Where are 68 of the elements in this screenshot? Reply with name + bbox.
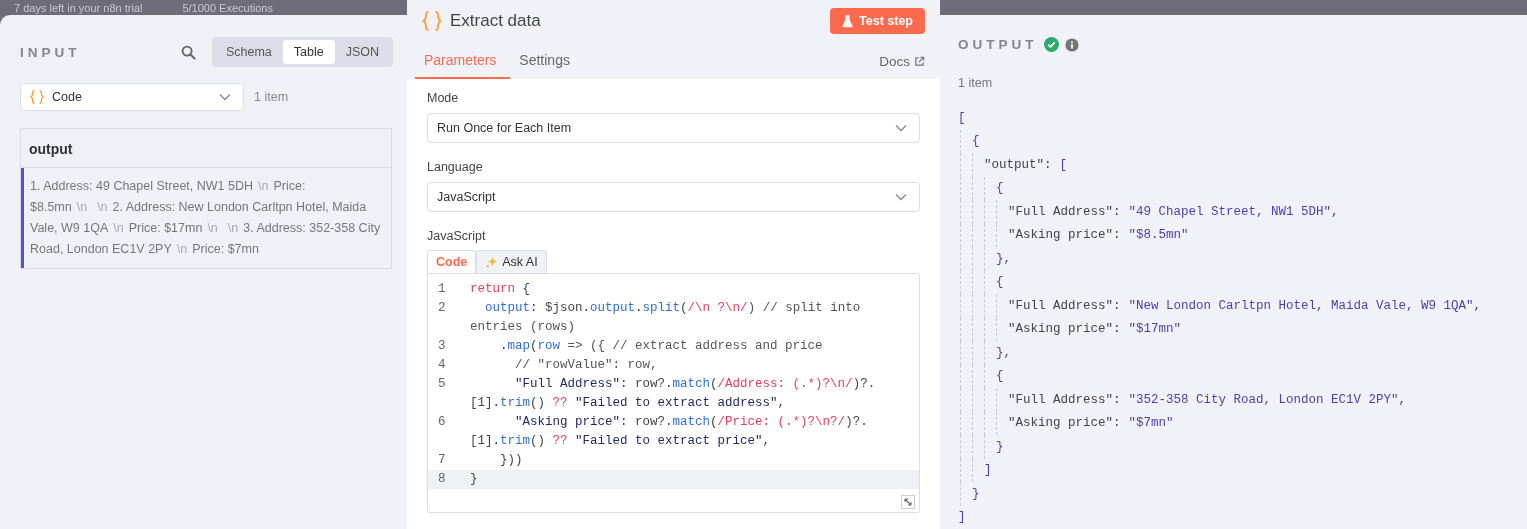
info-icon[interactable] <box>1064 37 1079 52</box>
line-number: 2 <box>437 300 447 317</box>
docs-link[interactable]: Docs <box>879 54 925 79</box>
view-tab[interactable]: Table <box>282 40 335 64</box>
json-line: ] <box>984 463 992 478</box>
json-line: "output": [ <box>984 157 1068 172</box>
json-line: "Full Address": "352-358 City Road, London EC1V 2PY", <box>1008 392 1408 407</box>
code-line: .map(row => ({ // extract address and price <box>499 338 824 355</box>
json-line: { <box>996 181 1004 196</box>
code-editor[interactable] <box>427 273 920 513</box>
item-count: 1 item <box>958 76 994 90</box>
executions-count: 5/1000 Executions <box>182 1 273 14</box>
json-line: "Asking price": "$17mn" <box>1008 322 1182 337</box>
code-line: })) <box>499 452 524 469</box>
view-tab[interactable]: JSON <box>334 40 390 64</box>
line-number: 7 <box>437 452 447 469</box>
code-line: output: $json.output.split(/\n ?\n/) // split into entries (rows) <box>470 300 862 336</box>
node-title: Extract data <box>450 11 542 31</box>
json-line: }, <box>996 345 1011 360</box>
line-number: 6 <box>437 414 447 431</box>
external-link-icon <box>914 56 925 67</box>
sparkle-icon <box>485 255 499 269</box>
view-tab[interactable]: Schema <box>214 40 283 64</box>
code-line: // "rowValue": row, <box>514 357 659 374</box>
editor-tab[interactable]: Ask AI <box>476 250 547 273</box>
source-select[interactable]: Code <box>20 83 244 111</box>
trial-notice: 7 days left in your n8n trial <box>14 1 143 14</box>
field-label: Language <box>427 160 484 174</box>
table-cell: 1. Address: 49 Chapel Street, NW1 5DH \n Price: $8.5mn \n \n 2. Address: New London Carltpn Hotel, Maida Vale, W9 1QA \n Price: $17mn \n \n 3. Address: 352-358 City Road, London EC1V 2PY \n Price: $7mn <box>21 168 391 268</box>
json-line: }, <box>996 251 1011 266</box>
braces-icon <box>422 10 442 32</box>
json-line: { <box>996 369 1004 384</box>
node-tab[interactable]: Settings <box>518 46 585 79</box>
json-line: } <box>972 486 980 501</box>
code-line: return { <box>470 281 532 298</box>
column-header: output <box>21 129 391 168</box>
dropdown-field[interactable]: JavaScript <box>427 182 920 212</box>
expand-icon[interactable] <box>901 495 915 509</box>
chevron-icon <box>219 93 231 101</box>
editor-tab[interactable]: Code <box>427 250 477 273</box>
item-count: 1 item <box>254 90 289 104</box>
chevron-icon <box>895 193 907 201</box>
braces-icon <box>30 89 44 105</box>
json-line: [ <box>958 110 966 125</box>
search-icon[interactable] <box>180 44 196 60</box>
json-line: "Full Address": "49 Chapel Street, NW1 5DH", <box>1008 204 1340 219</box>
line-number: 1 <box>437 281 447 298</box>
code-line: } <box>470 471 479 488</box>
json-line: "Full Address": "New London Carltpn Hotel, Maida Vale, W9 1QA", <box>1008 298 1483 313</box>
line-number: 3 <box>437 338 447 355</box>
chevron-icon <box>895 124 907 132</box>
field-label: Mode <box>427 91 460 105</box>
json-line: "Asking price": "$8.5mn" <box>1008 228 1189 243</box>
line-number: 5 <box>437 376 447 393</box>
json-line: } <box>996 439 1004 454</box>
json-line: "Asking price": "$7mn" <box>1008 416 1174 431</box>
json-line: { <box>972 134 980 149</box>
panel-title: OUTPUT <box>958 37 1038 52</box>
flask-icon <box>842 14 854 28</box>
dropdown-field[interactable]: Run Once for Each Item <box>427 113 920 143</box>
json-line: { <box>996 275 1004 290</box>
field-label: JavaScript <box>427 229 487 243</box>
code-line: "Asking price": row?.match(/Price: (.*)?\n?/)?.[1].trim() ?? "Failed to extract price", <box>470 414 869 450</box>
line-number: 8 <box>437 471 447 488</box>
panel-title: INPUT <box>20 44 82 60</box>
json-line: ] <box>958 510 966 525</box>
line-number: 4 <box>437 357 447 374</box>
code-line: "Full Address": row?.match(/Address: (.*)?\n/)?.[1].trim() ?? "Failed to extract address", <box>470 376 877 412</box>
